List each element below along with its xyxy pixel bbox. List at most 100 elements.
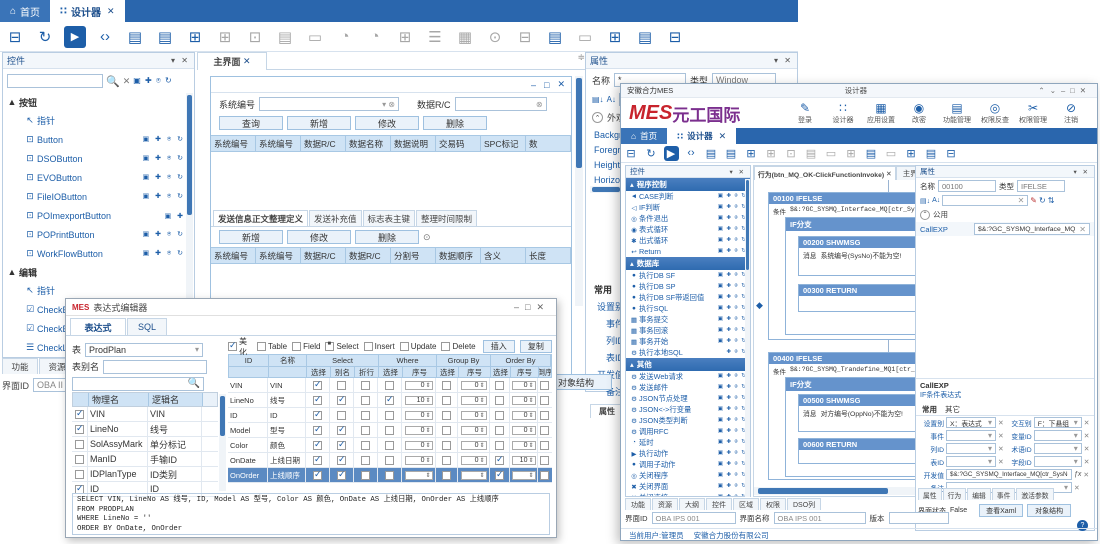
- platform-filter-icons[interactable]: ▣ ✚ ⍟ ↻: [133, 76, 172, 86]
- tree-item[interactable]: ⚙ 发送Web请求 ▣ ✚ ⍟ ↻: [626, 371, 750, 382]
- grid-row[interactable]: OnDate 上线日期 0⇕ 0⇕ 10⇕: [228, 453, 552, 468]
- subtab[interactable]: 整理时间限制: [416, 210, 477, 226]
- tab-other[interactable]: 其它: [945, 404, 960, 415]
- table-header-cell[interactable]: 交易码: [436, 136, 481, 151]
- control-item[interactable]: ↖ 指针: [5, 111, 185, 130]
- table-header-cell[interactable]: SPC标记: [481, 136, 526, 151]
- action-button[interactable]: 查询: [219, 116, 283, 130]
- toolbar-icon[interactable]: ⊡: [244, 26, 266, 48]
- toolbar-icon[interactable]: ⊟: [664, 26, 686, 48]
- tab-designer[interactable]: ∷ 设计器 ✕: [50, 0, 125, 22]
- field-row[interactable]: LineNo 线号: [72, 422, 218, 437]
- search-icon[interactable]: 🔍: [106, 75, 120, 88]
- option-checkbox[interactable]: Update: [400, 342, 437, 351]
- mes-tab-designer[interactable]: ∷ 设计器 ✕: [667, 128, 736, 144]
- grid-row[interactable]: Color 颜色 0⇕ 0⇕ 0⇕: [228, 438, 552, 453]
- toolbar-icon[interactable]: ▭: [824, 146, 839, 161]
- option-checkbox[interactable]: Table: [257, 342, 287, 351]
- toolbar-icon[interactable]: ‹›: [94, 26, 116, 48]
- datarc-input[interactable]: ⊗: [455, 97, 547, 111]
- toolbar-icon[interactable]: ▤: [704, 146, 719, 161]
- tree-item[interactable]: ✖ 关闭界面 ▣ ✚ ⍟ ↻: [626, 481, 750, 492]
- groupby-checkbox[interactable]: [442, 441, 451, 450]
- toolbar-icon[interactable]: ▤: [544, 26, 566, 48]
- toolbar-icon[interactable]: ⊙: [484, 26, 506, 48]
- prop-value-combo[interactable]: ▾: [946, 443, 996, 454]
- left-table-scrollbar[interactable]: [219, 394, 226, 491]
- table-header-cell[interactable]: 数据R/C: [346, 248, 391, 263]
- toolbar-icon[interactable]: ▤: [154, 26, 176, 48]
- toolbar-icon[interactable]: ‹›: [684, 146, 699, 161]
- tree-item[interactable]: ▦ 事务开始 ▣ ✚ ⍟ ↻: [626, 336, 750, 347]
- collapse-icon[interactable]: ⌃: [592, 112, 603, 123]
- select-checkbox[interactable]: [313, 381, 322, 390]
- props-bottom-tab[interactable]: 激活参数: [1016, 488, 1053, 500]
- prop-value-combo[interactable]: ▾: [1034, 443, 1082, 454]
- field-search-input[interactable]: 🔍: [72, 377, 204, 391]
- table-combo[interactable]: ProdPlan▾: [85, 343, 203, 357]
- select-checkbox[interactable]: [313, 411, 322, 420]
- orderby-checkbox[interactable]: [495, 396, 504, 405]
- close-icon[interactable]: ✕: [243, 56, 251, 67]
- tree-item[interactable]: ◎ 关闭程序 ▣ ✚ ⍟ ↻: [626, 470, 750, 481]
- orderby-checkbox[interactable]: [495, 426, 504, 435]
- tree-item[interactable]: ⚙ 执行本地SQL ✚ ⍟ ↻: [626, 347, 750, 358]
- toolbar-icon[interactable]: ⊡: [784, 146, 799, 161]
- option-checkbox[interactable]: Select: [325, 342, 358, 351]
- control-item[interactable]: ⊡ POPrintButton ▣ ✚ ⍟ ↻: [5, 225, 185, 244]
- where-checkbox[interactable]: [385, 396, 394, 405]
- select-checkbox[interactable]: [313, 471, 322, 480]
- screen-id-input[interactable]: OBA IPS 001: [652, 512, 736, 524]
- groupby-checkbox[interactable]: [442, 396, 451, 405]
- toolbar-icon[interactable]: ▦: [454, 26, 476, 48]
- close-icon[interactable]: ✕: [886, 170, 892, 178]
- subtab[interactable]: 标志表主键: [363, 210, 416, 226]
- field-checkbox[interactable]: [75, 425, 84, 434]
- table-header-cell[interactable]: 系统编号: [211, 248, 256, 263]
- toolbar-icon[interactable]: ↻: [34, 26, 56, 48]
- tab-expression[interactable]: 表达式: [70, 318, 126, 335]
- mes-tab-home[interactable]: ⌂首页: [621, 128, 667, 144]
- sort-category-icon[interactable]: ▤↓: [592, 95, 604, 104]
- toolbar-icon[interactable]: ▤: [124, 26, 146, 48]
- table-header-cell[interactable]: 系统编号: [256, 136, 301, 151]
- close-icon[interactable]: ✕: [107, 6, 115, 17]
- tree-item[interactable]: ⚙ 发送邮件 ▣ ✚ ⍟ ↻: [626, 382, 750, 393]
- tree-item[interactable]: ◁ IF判断 ▣ ✚ ⍟ ↻: [626, 202, 750, 213]
- mes-bottom-tab[interactable]: 资源: [652, 498, 678, 510]
- ribbon-item[interactable]: ◉ 改密: [901, 102, 937, 125]
- field-checkbox[interactable]: [75, 410, 84, 419]
- tree-group-buttons[interactable]: 按钮: [19, 96, 37, 109]
- control-item[interactable]: ⊡ POImexportButton ▣ ✚: [5, 206, 185, 225]
- mes-window-controls[interactable]: ⌃⌄–□✕: [1038, 86, 1091, 95]
- table-header-cell[interactable]: 数据R/C: [301, 248, 346, 263]
- tree-item[interactable]: ◉ 表式循环 ▣ ✚ ⍟ ↻: [626, 224, 750, 235]
- toolbar-icon[interactable]: ⊟: [624, 146, 639, 161]
- desc-checkbox[interactable]: [540, 456, 549, 465]
- main-tab[interactable]: 主界面 ✕: [197, 52, 267, 70]
- panel-menu-icons[interactable]: ▾ ✕: [774, 56, 793, 65]
- select-checkbox[interactable]: [313, 396, 322, 405]
- subtab[interactable]: 发送补充值: [309, 210, 362, 226]
- prop-value-combo[interactable]: X：表达式▾: [946, 417, 996, 428]
- tree-item[interactable]: ● 调用子动作 ▣ ✚ ⍟ ↻: [626, 459, 750, 470]
- tree-item[interactable]: ⚙ JSON<->行变量 ▣ ✚ ⍟ ↻: [626, 404, 750, 415]
- action-button[interactable]: 修改: [287, 230, 351, 244]
- grid-row[interactable]: LineNo 线号 10⇕ 0⇕ 0⇕: [228, 393, 552, 408]
- wrap-checkbox[interactable]: [361, 396, 370, 405]
- toolbar-icon[interactable]: ▤: [924, 146, 939, 161]
- table-header-cell[interactable]: 数据说明: [391, 136, 436, 151]
- wrap-checkbox[interactable]: [361, 411, 370, 420]
- table-header-cell[interactable]: 数据顺序: [436, 248, 481, 263]
- ribbon-item[interactable]: ◎ 权限反查: [977, 102, 1013, 125]
- fx-icon[interactable]: ƒx: [1074, 471, 1081, 478]
- prop-value-combo[interactable]: F：下悬组▾: [1034, 417, 1082, 428]
- ribbon-item[interactable]: ▤ 功能管理: [939, 102, 975, 125]
- toolbar-icon[interactable]: ▭: [884, 146, 899, 161]
- table-header-cell[interactable]: 系统编号: [256, 248, 301, 263]
- select-checkbox[interactable]: [313, 441, 322, 450]
- where-checkbox[interactable]: [385, 426, 394, 435]
- version-input[interactable]: [889, 512, 949, 524]
- toolbar-icon[interactable]: ▤: [274, 26, 296, 48]
- bottom-tab-props[interactable]: 属性: [590, 404, 624, 418]
